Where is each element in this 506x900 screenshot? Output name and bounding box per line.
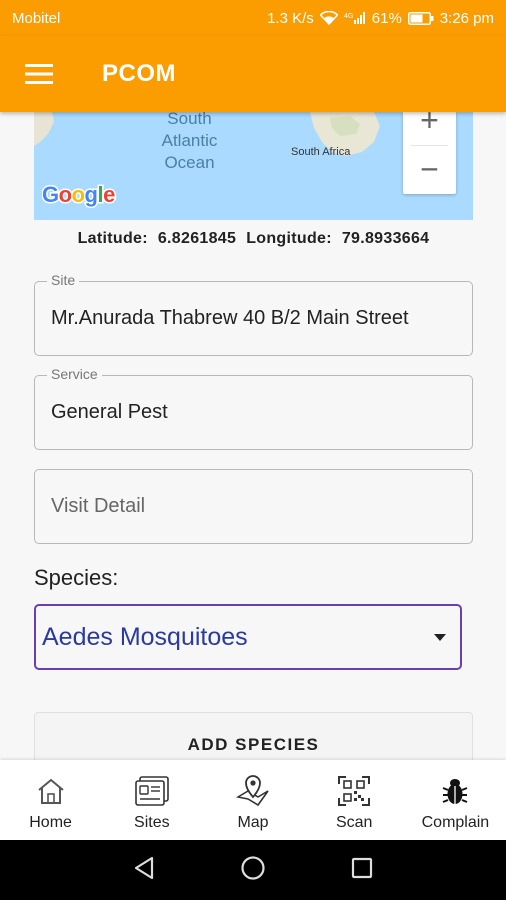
nav-label-complain: Complain: [421, 814, 490, 831]
longitude-value: 79.8933664: [341, 230, 430, 247]
nav-label-map: Map: [237, 814, 269, 831]
map-view[interactable]: South Atlantic Ocean South Africa Google…: [34, 112, 473, 220]
site-field-label: Site: [47, 272, 80, 288]
map-pin-icon: [235, 774, 271, 808]
species-selected-value: Aedes Mosquitoes: [42, 622, 248, 651]
visit-detail-field[interactable]: Visit Detail: [34, 469, 473, 544]
species-label: Species:: [34, 565, 119, 590]
ocean-label-line: Atlantic: [161, 131, 218, 150]
nav-item-sites[interactable]: Sites: [101, 760, 202, 840]
coordinates-readout: Latitude: 6.8261845 Longitude: 79.893366…: [34, 230, 473, 254]
google-logo: Google: [41, 181, 126, 214]
zoom-out-button[interactable]: −: [403, 146, 456, 195]
nav-item-home[interactable]: Home: [0, 760, 101, 840]
nav-item-map[interactable]: Map: [202, 760, 303, 840]
bug-icon: [437, 774, 473, 808]
home-icon: [33, 774, 69, 808]
svg-text:Google: Google: [42, 182, 115, 207]
app-bar: PCOM: [0, 36, 506, 112]
service-field[interactable]: Service General Pest: [34, 366, 473, 450]
dropdown-caret-icon: [420, 633, 460, 641]
nav-item-scan[interactable]: Scan: [304, 760, 405, 840]
recents-icon[interactable]: [351, 857, 373, 884]
battery-icon: [407, 11, 434, 25]
home-button-icon[interactable]: [240, 855, 266, 886]
nav-label-home: Home: [29, 814, 72, 831]
svg-text:4G: 4G: [344, 13, 353, 20]
nav-label-scan: Scan: [335, 814, 373, 831]
zoom-in-button[interactable]: +: [403, 112, 456, 145]
country-label: South Africa: [291, 146, 351, 158]
carrier-name: Mobitel: [12, 9, 61, 27]
cell-signal-icon: 4G: [344, 11, 366, 25]
wifi-icon: [319, 11, 338, 25]
back-icon[interactable]: [133, 856, 155, 885]
service-field-label: Service: [47, 366, 102, 382]
latitude-value: 6.8261845: [157, 230, 237, 247]
species-dropdown[interactable]: Aedes Mosquitoes: [34, 604, 462, 670]
ocean-label: South Atlantic Ocean: [152, 112, 227, 174]
qr-scan-icon: [336, 774, 372, 808]
sites-icon: [134, 774, 170, 808]
site-field[interactable]: Site Mr.Anurada Thabrew 40 B/2 Main Stre…: [34, 272, 473, 356]
nav-item-complain[interactable]: Complain: [405, 760, 506, 840]
ocean-label-line: South: [167, 112, 212, 128]
status-bar: Mobitel 1.3 K/s 4G 61% 3:26 pm: [0, 0, 506, 36]
latitude-label: Latitude:: [77, 230, 148, 247]
zoom-controls: + −: [403, 112, 456, 194]
visit-detail-placeholder: Visit Detail: [51, 495, 146, 517]
service-field-value: General Pest: [51, 401, 168, 423]
bottom-navigation: Home Sites Map Scan Complain: [0, 760, 506, 840]
app-title: PCOM: [102, 60, 176, 87]
system-navigation-bar: [0, 840, 506, 900]
longitude-label: Longitude:: [246, 230, 332, 247]
network-speed: 1.3 K/s: [267, 9, 314, 27]
site-field-value: Mr.Anurada Thabrew 40 B/2 Main Street: [51, 307, 409, 329]
battery-percent: 61%: [371, 9, 402, 27]
nav-label-sites: Sites: [134, 814, 170, 831]
hamburger-menu-icon[interactable]: [0, 36, 80, 112]
ocean-label-line: Ocean: [164, 153, 215, 172]
clock: 3:26 pm: [439, 9, 494, 27]
